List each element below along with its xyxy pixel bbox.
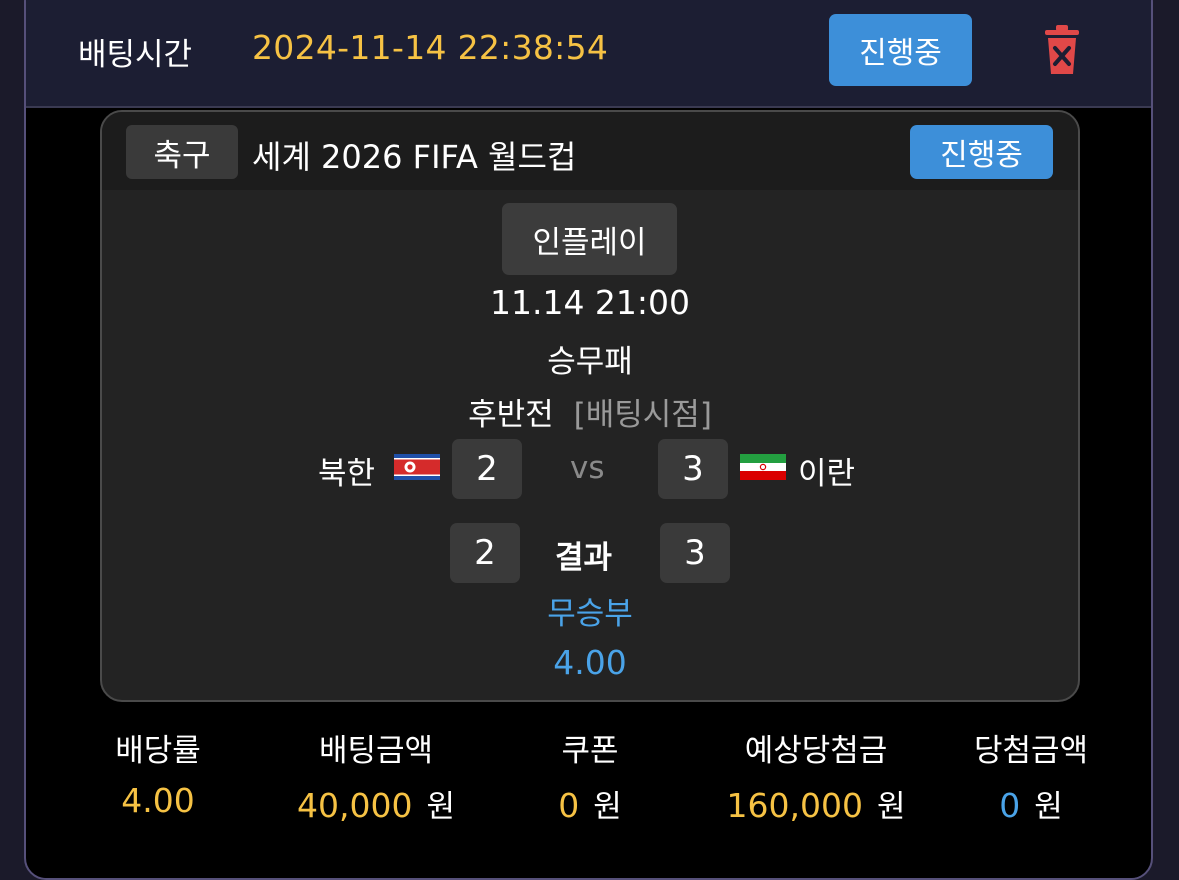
- summary-amount: 배팅금액 40,000 원: [276, 725, 476, 826]
- coupon-label: 쿠폰: [561, 733, 619, 769]
- amount-currency: 원: [426, 789, 455, 825]
- period-row: 후반전 [배팅시점]: [102, 389, 1078, 434]
- win-row: 0원: [936, 781, 1126, 826]
- amount-label: 배팅금액: [318, 733, 434, 769]
- coupon-value: 0: [558, 786, 580, 825]
- expected-row: 160,000 원: [696, 781, 936, 826]
- odds-value: 4.00: [121, 781, 195, 820]
- market-name: 승무패: [547, 344, 633, 380]
- vs-label: vs: [570, 450, 605, 486]
- sport-badge: 축구: [126, 125, 238, 179]
- iran-flag-icon: [740, 454, 786, 480]
- north-korea-flag-icon: [394, 454, 440, 480]
- away-result-score: 3: [660, 523, 730, 583]
- away-score-at-bet: 3: [658, 439, 728, 499]
- bet-pick: 무승부: [547, 596, 633, 632]
- bet-header: 배팅시간 2024-11-14 22:38:54 진행중: [26, 0, 1151, 108]
- game-time: 11.14 21:00: [489, 283, 691, 322]
- summary-win: 당첨금액 0원: [936, 725, 1126, 826]
- game-card: 축구 세계 2026 FIFA 월드컵 진행중 인플레이 11.14 21:00…: [100, 110, 1080, 702]
- summary-coupon: 쿠폰 0원: [520, 725, 660, 826]
- coupon-row: 0원: [520, 781, 660, 826]
- summary-odds: 배당률 4.00: [88, 725, 228, 820]
- bet-time-value: 2024-11-14 22:38:54: [252, 28, 609, 67]
- home-score-at-bet: 2: [452, 439, 522, 499]
- game-header: 축구 세계 2026 FIFA 월드컵 진행중: [102, 112, 1078, 190]
- amount-value: 40,000: [297, 786, 413, 825]
- game-status-badge: 진행중: [910, 125, 1053, 179]
- odds-label: 배당률: [115, 733, 201, 769]
- league-name: 세계 2026 FIFA 월드컵: [252, 138, 577, 176]
- result-label: 결과: [555, 540, 613, 576]
- expected-label: 예상당첨금: [744, 733, 888, 769]
- bet-pick-odds: 4.00: [553, 643, 627, 682]
- bet-card: 배팅시간 2024-11-14 22:38:54 진행중 축구 세계 2026 …: [24, 0, 1153, 880]
- coupon-currency: 원: [593, 789, 622, 825]
- expected-value: 160,000: [726, 786, 863, 825]
- expected-currency: 원: [876, 789, 906, 825]
- home-result-score: 2: [450, 523, 520, 583]
- bet-time-label: 배팅시간: [78, 37, 193, 73]
- win-currency: 원: [1034, 789, 1063, 825]
- away-team-name: 이란: [798, 456, 856, 492]
- bet-summary: 배당률 4.00 배팅금액 40,000 원 쿠폰 0원 예상당첨금 160,00…: [26, 725, 1151, 845]
- bet-status-badge: 진행중: [829, 14, 972, 86]
- trash-icon[interactable]: [1042, 24, 1082, 76]
- summary-expected: 예상당첨금 160,000 원: [696, 725, 936, 826]
- amount-row: 40,000 원: [276, 781, 476, 826]
- win-value: 0: [999, 786, 1021, 825]
- bet-point-label: [배팅시점]: [573, 397, 712, 433]
- home-team-name: 북한: [318, 456, 376, 492]
- win-label: 당첨금액: [973, 733, 1089, 769]
- inplay-badge: 인플레이: [502, 203, 677, 275]
- period-label: 후반전: [468, 397, 554, 433]
